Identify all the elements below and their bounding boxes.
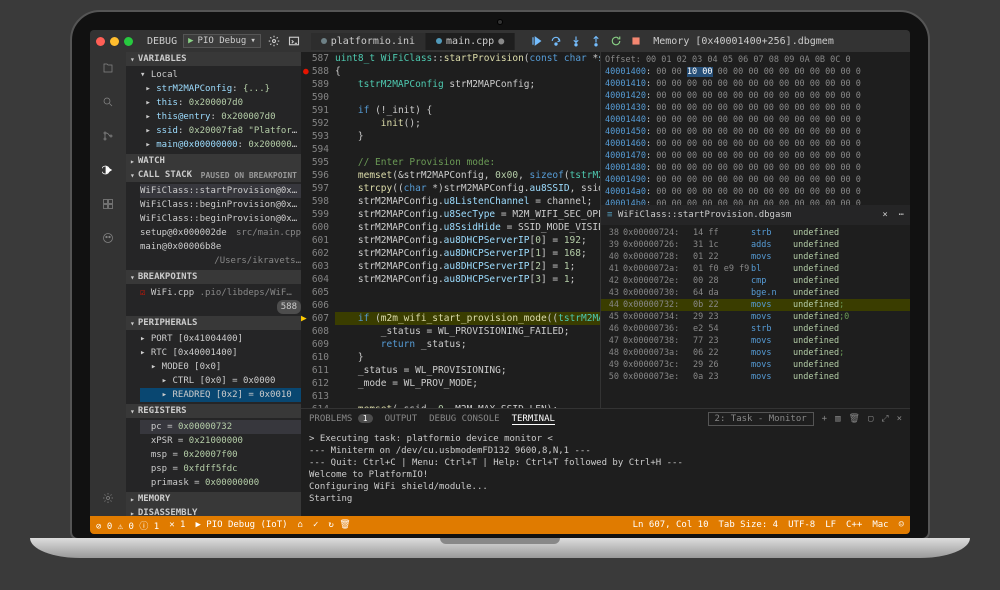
status-item[interactable]: ☺ bbox=[899, 520, 904, 530]
camera-dot bbox=[497, 19, 503, 25]
variable-row[interactable]: ▸ strM2MAPConfig: {...} bbox=[140, 82, 301, 96]
register-row[interactable]: psp = 0xfdff5fdc bbox=[140, 462, 301, 476]
status-item[interactable]: UTF-8 bbox=[788, 520, 815, 530]
registers-header[interactable]: ▾REGISTERS bbox=[126, 404, 301, 418]
new-terminal-icon[interactable]: + bbox=[822, 414, 827, 424]
status-item[interactable]: ⊘ 0 ⚠ 0 ⓘ 1 bbox=[96, 519, 159, 532]
laptop-base bbox=[30, 538, 970, 558]
editor-tab[interactable]: main.cpp ● bbox=[426, 33, 515, 50]
panel: PROBLEMS 1 OUTPUT DEBUG CONSOLE TERMINAL… bbox=[301, 408, 910, 516]
close-panel-icon[interactable]: × bbox=[897, 414, 902, 424]
search-icon[interactable] bbox=[98, 92, 118, 112]
activity-bar bbox=[90, 52, 126, 516]
gear-icon[interactable] bbox=[267, 34, 281, 48]
status-item[interactable]: LF bbox=[825, 520, 836, 530]
stackframe-row[interactable]: setup@0x000002de src/main.cpp bbox=[140, 226, 301, 240]
debug-step-over-icon[interactable] bbox=[549, 34, 563, 48]
trash-icon[interactable]: 🗑 bbox=[849, 414, 860, 424]
status-item[interactable]: C++ bbox=[846, 520, 862, 530]
status-item[interactable]: Ln 607, Col 10 bbox=[633, 520, 709, 530]
asm-tab[interactable]: ≡ WiFiClass::startProvision.dbgasm× ⋯ bbox=[601, 205, 910, 225]
scm-icon[interactable] bbox=[98, 126, 118, 146]
stackframe-row[interactable]: WiFiClass::beginProvision@0x00000… bbox=[140, 198, 301, 212]
watch-header[interactable]: ▸WATCH bbox=[126, 154, 301, 168]
register-row[interactable]: xPSR = 0x21000000 bbox=[140, 434, 301, 448]
stackframe-row[interactable]: main@0x00006b8e /Users/ikravets… bbox=[140, 240, 301, 268]
title-bar: DEBUG ▶ PIO Debug ▾ platformio.inimain.c… bbox=[90, 30, 910, 52]
tab-debug-console[interactable]: DEBUG CONSOLE bbox=[429, 414, 499, 424]
memory-section-header[interactable]: ▸MEMORY bbox=[126, 492, 301, 506]
peripheral-row[interactable]: ▸ READREQ [0x2] = 0x0010 bbox=[140, 388, 301, 402]
settings-icon[interactable] bbox=[98, 488, 118, 508]
register-row[interactable]: primask = 0x00000000 bbox=[140, 476, 301, 490]
debug-config-select[interactable]: ▶ PIO Debug ▾ bbox=[183, 34, 261, 48]
memory-view[interactable]: Offset: 00 01 02 03 04 05 06 07 08 09 0A… bbox=[601, 52, 910, 205]
memory-tab-label[interactable]: Memory [0x40001400+256].dbgmem bbox=[653, 36, 834, 47]
debug-stop-icon[interactable] bbox=[629, 34, 643, 48]
status-item[interactable]: ▶ PIO Debug (IoT) bbox=[195, 520, 287, 530]
variables-header[interactable]: ▾VARIABLES bbox=[126, 52, 301, 66]
maximize-panel-icon[interactable]: ▢ bbox=[868, 414, 873, 424]
peripheral-row[interactable]: ▸ RTC [0x40001400] bbox=[140, 346, 301, 360]
debug-continue-icon[interactable] bbox=[529, 34, 543, 48]
variable-row[interactable]: ▸ this: 0x200007d0 bbox=[140, 96, 301, 110]
breakpoint-row[interactable]: ☑ WiFi.cpp .pio/libdeps/WiF… 588 bbox=[140, 286, 301, 314]
close-dot[interactable] bbox=[96, 37, 105, 46]
status-bar: ⊘ 0 ⚠ 0 ⓘ 1 ✕ 1 ▶ PIO Debug (IoT) ⌂ ✓ ↻ 🗑 Ln … bbox=[90, 516, 910, 534]
window-controls[interactable] bbox=[96, 37, 133, 46]
debug-step-out-icon[interactable] bbox=[589, 34, 603, 48]
terminal-task-select[interactable]: 2: Task - Monitor bbox=[708, 412, 814, 426]
peripheral-row[interactable]: ▸ MODE0 [0x0] bbox=[140, 360, 301, 374]
asm-view[interactable]: 380x00000724: 14 ffstrbundefined 390x000… bbox=[601, 225, 910, 408]
editor-tabs: platformio.inimain.cpp ● bbox=[311, 33, 516, 50]
split-terminal-icon[interactable]: ▥ bbox=[835, 414, 840, 424]
variable-row[interactable]: ▸ this@entry: 0x200007d0 bbox=[140, 110, 301, 124]
tab-terminal[interactable]: TERMINAL bbox=[512, 414, 555, 425]
breakpoints-header[interactable]: ▾BREAKPOINTS bbox=[126, 270, 301, 284]
extensions-icon[interactable] bbox=[98, 194, 118, 214]
tab-output[interactable]: OUTPUT bbox=[385, 414, 418, 424]
min-dot[interactable] bbox=[110, 37, 119, 46]
max-dot[interactable] bbox=[124, 37, 133, 46]
maximize-icon[interactable]: ⤢ bbox=[881, 414, 888, 424]
status-item[interactable]: Mac bbox=[872, 520, 888, 530]
debug-restart-icon[interactable] bbox=[609, 34, 623, 48]
editor-tab[interactable]: platformio.ini bbox=[311, 33, 426, 50]
register-row[interactable]: pc = 0x00000732 bbox=[140, 420, 301, 434]
explorer-icon[interactable] bbox=[98, 58, 118, 78]
code-editor[interactable]: 5875885895905915925935945955965975985996… bbox=[301, 52, 600, 408]
callstack-header[interactable]: ▾CALL STACKPAUSED ON BREAKPOINT bbox=[126, 168, 301, 182]
platformio-icon[interactable] bbox=[98, 228, 118, 248]
output-icon[interactable] bbox=[287, 34, 301, 48]
tab-problems[interactable]: PROBLEMS 1 bbox=[309, 414, 373, 424]
status-item[interactable]: Tab Size: 4 bbox=[719, 520, 779, 530]
variable-row[interactable]: ▸ main@0x00000000: 0x2000008b4 "From…" bbox=[140, 138, 301, 152]
disasm-section-header[interactable]: ▸DISASSEMBLY bbox=[126, 506, 301, 516]
stackframe-row[interactable]: WiFiClass::beginProvision@0x00000… bbox=[140, 212, 301, 226]
variable-row[interactable]: ▸ ssid: 0x20007fa8 "PlatformIO-31…" bbox=[140, 124, 301, 138]
status-item[interactable]: ⌂ bbox=[298, 520, 303, 530]
debug-step-into-icon[interactable] bbox=[569, 34, 583, 48]
stackframe-row[interactable]: WiFiClass::startProvision@0x00000… bbox=[140, 184, 301, 198]
register-row[interactable]: msp = 0x20007f00 bbox=[140, 448, 301, 462]
debug-toolbar bbox=[529, 34, 643, 48]
terminal-body[interactable]: > Executing task: platformio device moni… bbox=[301, 429, 910, 516]
status-item[interactable]: ✓ bbox=[313, 520, 318, 530]
peripherals-header[interactable]: ▾PERIPHERALS bbox=[126, 316, 301, 330]
peripheral-row[interactable]: ▸ PORT [0x41004400] bbox=[140, 332, 301, 346]
debug-icon[interactable] bbox=[98, 160, 118, 180]
debug-label: DEBUG bbox=[147, 36, 177, 47]
peripheral-row[interactable]: ▸ CTRL [0x0] = 0x0000 bbox=[140, 374, 301, 388]
status-item[interactable]: ✕ 1 bbox=[169, 520, 185, 530]
debug-sidebar: ▾VARIABLES ▾ Local ▸ strM2MAPConfig: {..… bbox=[126, 52, 301, 516]
status-item[interactable]: ↻ 🗑 bbox=[328, 520, 350, 530]
scope-local[interactable]: ▾ Local bbox=[140, 68, 301, 82]
